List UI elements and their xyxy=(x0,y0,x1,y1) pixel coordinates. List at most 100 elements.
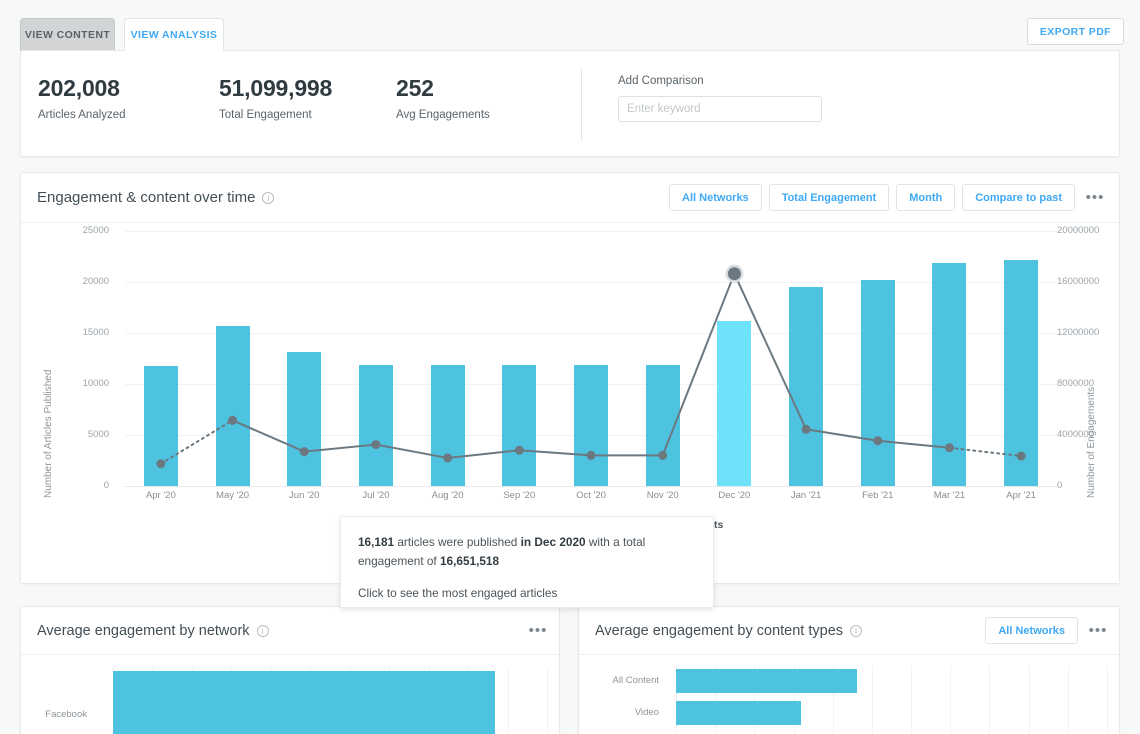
bar-apr20[interactable] xyxy=(144,366,178,486)
bar-label: All Content xyxy=(587,675,659,686)
add-comparison-label: Add Comparison xyxy=(618,75,822,87)
y-axis-right-tick: 4000000 xyxy=(1057,429,1127,440)
bar-nov20[interactable] xyxy=(646,365,680,486)
x-axis-tick: Nov '20 xyxy=(628,490,698,501)
analysis-dashboard: VIEW CONTENT VIEW ANALYSIS EXPORT PDF 20… xyxy=(0,0,1140,734)
bar-mar21[interactable] xyxy=(932,263,966,486)
bar-apr21[interactable] xyxy=(1004,260,1038,486)
bar-facebook[interactable] xyxy=(113,671,495,734)
x-axis-tick: Dec '20 xyxy=(699,490,769,501)
y-axis-left-tick: 0 xyxy=(45,480,109,491)
stat-articles-analyzed-value: 202,008 xyxy=(38,75,126,102)
stat-articles-analyzed-label: Articles Analyzed xyxy=(38,109,126,121)
bar-jul20[interactable] xyxy=(359,365,393,486)
tooltip-article-count: 16,181 xyxy=(358,535,394,549)
filter-compare-to-past[interactable]: Compare to past xyxy=(962,184,1075,211)
more-options-icon[interactable]: ••• xyxy=(1087,617,1109,644)
y-axis-right-tick: 16000000 xyxy=(1057,276,1127,287)
export-pdf-button[interactable]: EXPORT PDF xyxy=(1027,18,1124,45)
gridline xyxy=(125,333,1057,334)
x-axis-tick: Oct '20 xyxy=(556,490,626,501)
export-pdf-label: EXPORT PDF xyxy=(1040,26,1111,38)
tooltip-period: in Dec 2020 xyxy=(521,535,586,549)
y-axis-left-tick: 5000 xyxy=(45,429,109,440)
bar-oct20[interactable] xyxy=(574,365,608,486)
gridline xyxy=(1068,665,1069,734)
y-axis-left-tick: 15000 xyxy=(45,327,109,338)
bar-feb21[interactable] xyxy=(861,280,895,486)
tooltip-engagement-total: 16,651,518 xyxy=(440,554,499,568)
bar-jan21[interactable] xyxy=(789,287,823,486)
bar-dec20[interactable] xyxy=(717,321,751,486)
stat-total-engagement-label: Total Engagement xyxy=(219,109,332,121)
tab-view-analysis[interactable]: VIEW ANALYSIS xyxy=(124,18,224,51)
gridline xyxy=(125,486,1057,487)
info-icon[interactable]: i xyxy=(257,625,269,637)
stat-avg-engagements-value: 252 xyxy=(396,75,490,102)
x-axis-tick: Feb '21 xyxy=(843,490,913,501)
network-card-title: Average engagement by network i xyxy=(37,623,269,639)
tooltip-cta: Click to see the most engaged articles xyxy=(358,586,696,600)
y-axis-left-tick: 25000 xyxy=(45,225,109,236)
x-axis-tick: Jun '20 xyxy=(269,490,339,501)
filter-all-networks[interactable]: All Networks xyxy=(669,184,762,211)
engagement-chart-plot: Number of Articles Published Number of E… xyxy=(21,223,1119,584)
engagement-chart-header: Engagement & content over timei All Netw… xyxy=(21,173,1119,223)
engagement-chart-title: Engagement & content over timei xyxy=(37,189,274,206)
gridline xyxy=(1029,665,1030,734)
stat-articles-analyzed: 202,008 Articles Analyzed xyxy=(38,75,126,121)
x-axis-tick: Sep '20 xyxy=(484,490,554,501)
bar-jun20[interactable] xyxy=(287,352,321,486)
gridline xyxy=(911,665,912,734)
tab-view-content[interactable]: VIEW CONTENT xyxy=(20,18,115,51)
bar-label: Facebook xyxy=(29,709,87,720)
info-icon[interactable]: i xyxy=(262,192,274,204)
avg-engagement-network-card: Average engagement by network i ••• Faceb… xyxy=(20,606,560,734)
y-axis-left-tick: 10000 xyxy=(45,378,109,389)
x-axis-tick: Jan '21 xyxy=(771,490,841,501)
summary-divider xyxy=(581,69,582,141)
stat-avg-engagements-label: Avg Engagements xyxy=(396,109,490,121)
x-axis-tick: May '20 xyxy=(198,490,268,501)
more-options-icon[interactable]: ••• xyxy=(1084,184,1106,211)
gridline xyxy=(547,667,548,734)
gridline xyxy=(125,282,1057,283)
network-chart-plot: Facebook xyxy=(21,655,559,734)
bar-sep20[interactable] xyxy=(502,365,536,486)
bar-may20[interactable] xyxy=(216,326,250,486)
content-types-card-title: Average engagement by content types i xyxy=(595,623,862,639)
filter-total-engagement[interactable]: Total Engagement xyxy=(769,184,890,211)
stat-total-engagement: 51,099,998 Total Engagement xyxy=(219,75,332,121)
filter-all-networks[interactable]: All Networks xyxy=(985,617,1078,644)
x-axis-tick: Apr '21 xyxy=(986,490,1056,501)
gridline xyxy=(872,665,873,734)
add-comparison-input[interactable] xyxy=(618,96,822,122)
gridline xyxy=(508,667,509,734)
bar-video[interactable] xyxy=(676,701,801,725)
y-axis-right-tick: 8000000 xyxy=(1057,378,1127,389)
y-axis-left-tick: 20000 xyxy=(45,276,109,287)
network-card-title-text: Average engagement by network xyxy=(37,623,250,639)
tab-view-content-label: VIEW CONTENT xyxy=(25,29,110,41)
tab-bar: VIEW CONTENT VIEW ANALYSIS EXPORT PDF xyxy=(0,0,1140,50)
network-card-header: Average engagement by network i ••• xyxy=(21,607,559,655)
content-types-card-title-text: Average engagement by content types xyxy=(595,623,843,639)
stat-avg-engagements: 252 Avg Engagements xyxy=(396,75,490,121)
more-options-icon[interactable]: ••• xyxy=(527,617,549,644)
filter-month[interactable]: Month xyxy=(896,184,955,211)
info-icon[interactable]: i xyxy=(850,625,862,637)
content-types-card-header: Average engagement by content types i All… xyxy=(579,607,1119,655)
y-axis-right-tick: 0 xyxy=(1057,480,1127,491)
content-types-chart-plot: All Content Video xyxy=(579,655,1119,734)
content-types-card-actions: All Networks ••• xyxy=(985,617,1109,644)
bar-aug20[interactable] xyxy=(431,365,465,486)
engagement-chart-filters: All Networks Total Engagement Month Comp… xyxy=(669,184,1106,211)
stat-total-engagement-value: 51,099,998 xyxy=(219,75,332,102)
bar-label: Video xyxy=(587,707,659,718)
gridline xyxy=(989,665,990,734)
tab-view-analysis-label: VIEW ANALYSIS xyxy=(131,29,218,41)
bar-allcontent[interactable] xyxy=(676,669,857,693)
y-axis-right-tick: 12000000 xyxy=(1057,327,1127,338)
data-point-tooltip[interactable]: 16,181 articles were published in Dec 20… xyxy=(340,516,714,608)
x-axis-tick: Aug '20 xyxy=(413,490,483,501)
